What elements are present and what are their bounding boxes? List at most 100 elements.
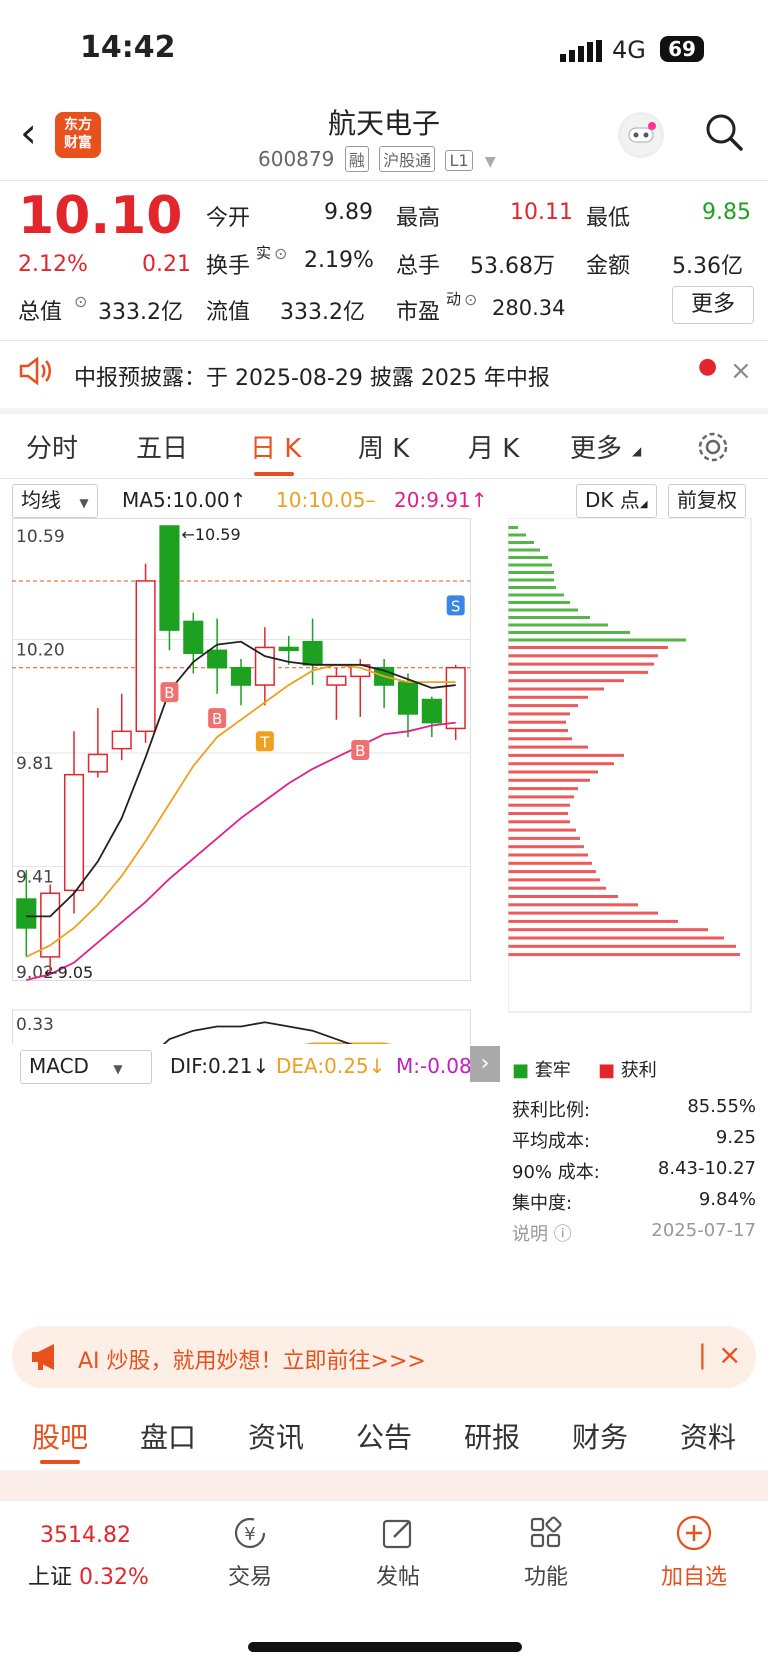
chip-bar (508, 853, 588, 857)
chip-bar (508, 878, 600, 882)
stock-code-row[interactable]: 600879 融 沪股通 L1 ▼ (258, 146, 496, 172)
info-icon[interactable]: ⊙ (464, 290, 477, 309)
ma10-line (25, 663, 456, 958)
dif-label: DIF:0.21↓ (170, 1054, 270, 1078)
candle-body (63, 773, 85, 892)
candle-body (16, 898, 37, 929)
ai-banner[interactable]: AI 炒股，就用妙想！立即前往>>> | × (12, 1326, 756, 1388)
adjust-button[interactable]: 前复权 (668, 484, 746, 518)
candle-body (326, 675, 347, 686)
tab-profile[interactable]: 资料 (680, 1416, 736, 1456)
dk-button[interactable]: DK 点◢ (576, 484, 657, 518)
chip-bar (508, 778, 590, 782)
chip-bar (508, 593, 564, 597)
tab-intraday[interactable]: 分时 (26, 428, 78, 465)
tab-monthly[interactable]: 月 K (468, 428, 519, 465)
chip-distribution-chart (508, 518, 752, 1013)
more-button[interactable]: 更多 (672, 286, 754, 324)
tab-news[interactable]: 资讯 (248, 1416, 304, 1456)
chip-bar (508, 787, 578, 791)
info-icon[interactable]: ⊙ (274, 244, 287, 263)
open-label: 今开 (206, 206, 251, 231)
chip-bar (508, 770, 598, 774)
post-button[interactable]: 发帖 (348, 1513, 448, 1591)
chip-bar (508, 662, 654, 666)
stat-label: 集中度: (512, 1193, 573, 1214)
chip-bar (508, 679, 624, 683)
m-value: M:-0.08 (396, 1054, 472, 1078)
index-quote[interactable]: 上证 0.32% (28, 1559, 149, 1591)
tab-weekly[interactable]: 周 K (358, 428, 409, 465)
ma10-label: 10:10.05– (276, 488, 376, 512)
tab-financials[interactable]: 财务 (572, 1416, 628, 1456)
mcap-value: 333.2亿 (98, 300, 183, 325)
chip-bar (508, 638, 686, 642)
stat-label: 获利比例: (512, 1100, 591, 1121)
post-label: 发帖 (375, 1565, 420, 1590)
chip-bar (508, 578, 554, 582)
chip-bar (508, 631, 630, 634)
chip-bar (508, 803, 570, 807)
ma20-label: 20:9.91↑ (394, 488, 488, 512)
tab-daily[interactable]: 日 K (250, 428, 301, 465)
close-icon[interactable]: × (718, 1338, 741, 1371)
candle-body (207, 649, 228, 669)
indicator-select[interactable]: MACD ▼ (20, 1050, 152, 1084)
chip-bar (508, 556, 548, 559)
notice-bar[interactable]: 中报预披露：于 2025-08-29 披露 2025 年中报 ● × (0, 344, 768, 404)
tab-more[interactable]: 更多 (570, 428, 622, 465)
chip-bar (508, 928, 708, 932)
chip-bar (508, 903, 638, 907)
legend-swatch: ■ (598, 1060, 616, 1081)
tab-research[interactable]: 研报 (464, 1416, 520, 1456)
gear-icon[interactable] (696, 430, 730, 464)
high-label: 最高 (396, 206, 441, 231)
stat-value: 8.43-10.27 (657, 1158, 756, 1179)
legend-trapped-label: 套牢 (534, 1060, 571, 1081)
info-icon[interactable]: ⊙ (74, 292, 87, 311)
dk-label: DK 点 (585, 488, 640, 512)
kline-chart[interactable]: 10.5910.209.819.419.02←10.59←9.05BBT BS0.… (12, 518, 500, 1044)
chip-bar (508, 919, 678, 923)
chip-bar (508, 586, 556, 589)
assistant-avatar-icon[interactable] (618, 112, 664, 158)
amount-value: 5.36亿 (672, 254, 743, 279)
index-name: 上证 (28, 1565, 73, 1590)
trade-button[interactable]: ¥ 交易 (200, 1513, 300, 1591)
pe-value: 280.34 (492, 296, 566, 320)
chip-bar (508, 886, 606, 890)
stat-note-row[interactable]: 说明 ⓘ 2025-07-17 (512, 1220, 756, 1251)
period-tabs: 分时 五日 日 K 周 K 月 K 更多 ◢ (0, 416, 768, 478)
search-icon[interactable] (704, 112, 744, 152)
candle-body (40, 892, 61, 958)
ma-select[interactable]: 均线 ▼ (12, 484, 98, 518)
chevron-down-icon: ▼ (484, 154, 496, 170)
features-button[interactable]: 功能 (496, 1513, 596, 1591)
tab-orderbook[interactable]: 盘口 (140, 1416, 196, 1456)
chevron-right-icon[interactable]: › (470, 1046, 500, 1082)
index-value[interactable]: 3514.82 (40, 1523, 131, 1548)
edit-icon (382, 1519, 412, 1549)
megaphone-icon (32, 1344, 54, 1370)
stat-label: 90% 成本: (512, 1162, 600, 1183)
add-watchlist-button[interactable]: 加自选 (644, 1513, 744, 1591)
legend-swatch: ■ (512, 1060, 530, 1081)
last-price: 10.10 (18, 186, 183, 246)
close-icon[interactable]: × (730, 356, 752, 386)
candle-body (397, 681, 419, 715)
chip-bar (508, 687, 604, 691)
candle-body (445, 666, 466, 730)
legend-trapped: ■ 套牢 (512, 1056, 571, 1082)
tab-five-day[interactable]: 五日 (136, 428, 188, 465)
pe-label: 市盈 (396, 300, 441, 325)
tab-announcements[interactable]: 公告 (356, 1416, 412, 1456)
network-type: 4G (612, 36, 646, 64)
candle-body (230, 666, 252, 686)
trade-label: 交易 (227, 1565, 272, 1590)
status-bar: 14:42 4G 69 (0, 0, 768, 100)
signal-marker-label: T (259, 733, 270, 751)
tab-forum[interactable]: 股吧 (32, 1416, 88, 1456)
list-preview (0, 1470, 768, 1502)
price-panel-frame (12, 518, 471, 981)
ma10-value: 10:10.05 (276, 488, 366, 512)
